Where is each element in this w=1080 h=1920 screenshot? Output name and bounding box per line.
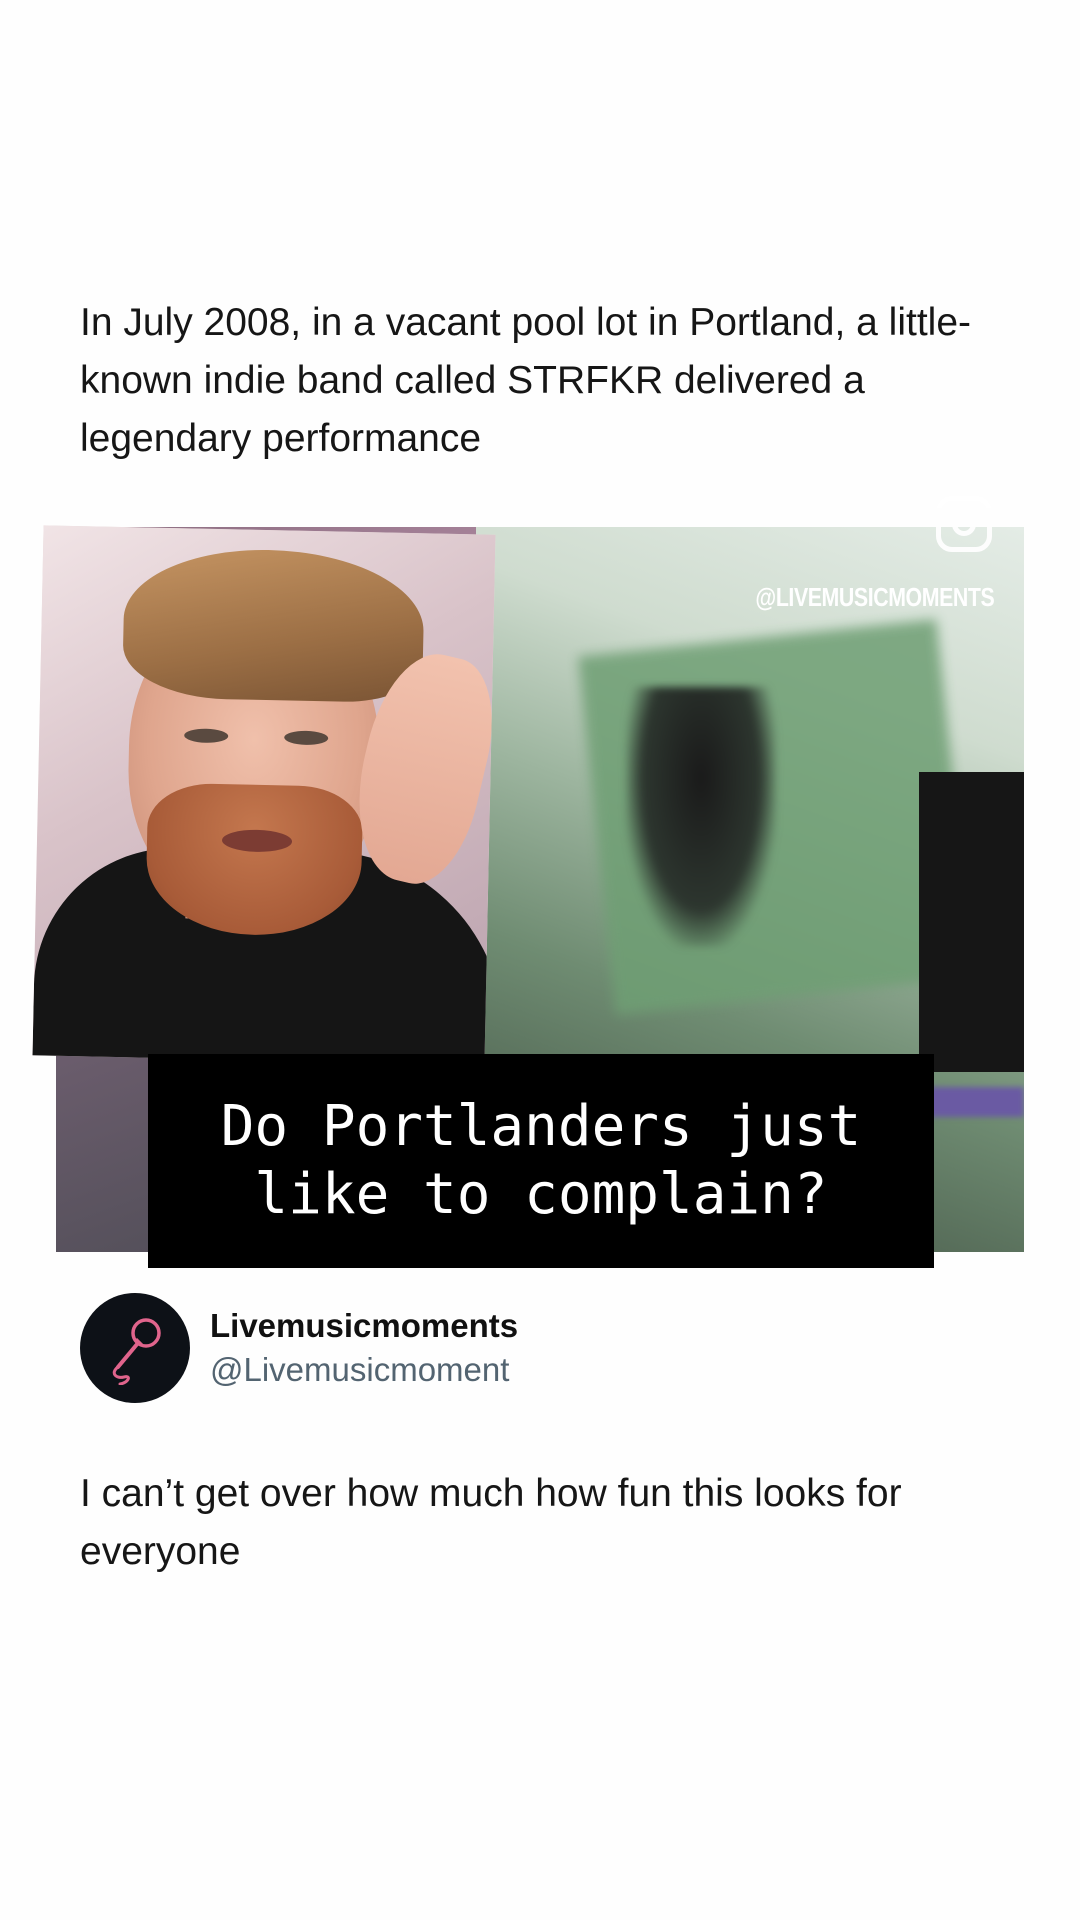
video-performer (626, 687, 776, 947)
caption-line-2: like to complain? (254, 1162, 828, 1227)
video-speaker (919, 772, 1024, 1072)
instagram-lens-icon (952, 512, 976, 536)
author-block[interactable]: Livemusicmoments @Livemusicmoment (80, 1293, 518, 1403)
microphone-icon (112, 1318, 161, 1385)
instagram-icon (936, 496, 992, 552)
video-caption: Do Portlanders just like to complain? (148, 1054, 934, 1268)
post-text: In July 2008, in a vacant pool lot in Po… (80, 301, 972, 460)
media-watermark: @LIVEMUSICMOMENTS (755, 582, 994, 612)
facecam-overlay (32, 525, 496, 1065)
caption-line-1: Do Portlanders just (220, 1094, 862, 1159)
author-handle[interactable]: @Livemusicmoment (210, 1348, 518, 1392)
reply-text: I can’t get over how much how fun this l… (80, 1472, 902, 1573)
author-display-name[interactable]: Livemusicmoments (210, 1304, 518, 1348)
avatar[interactable] (80, 1293, 190, 1403)
